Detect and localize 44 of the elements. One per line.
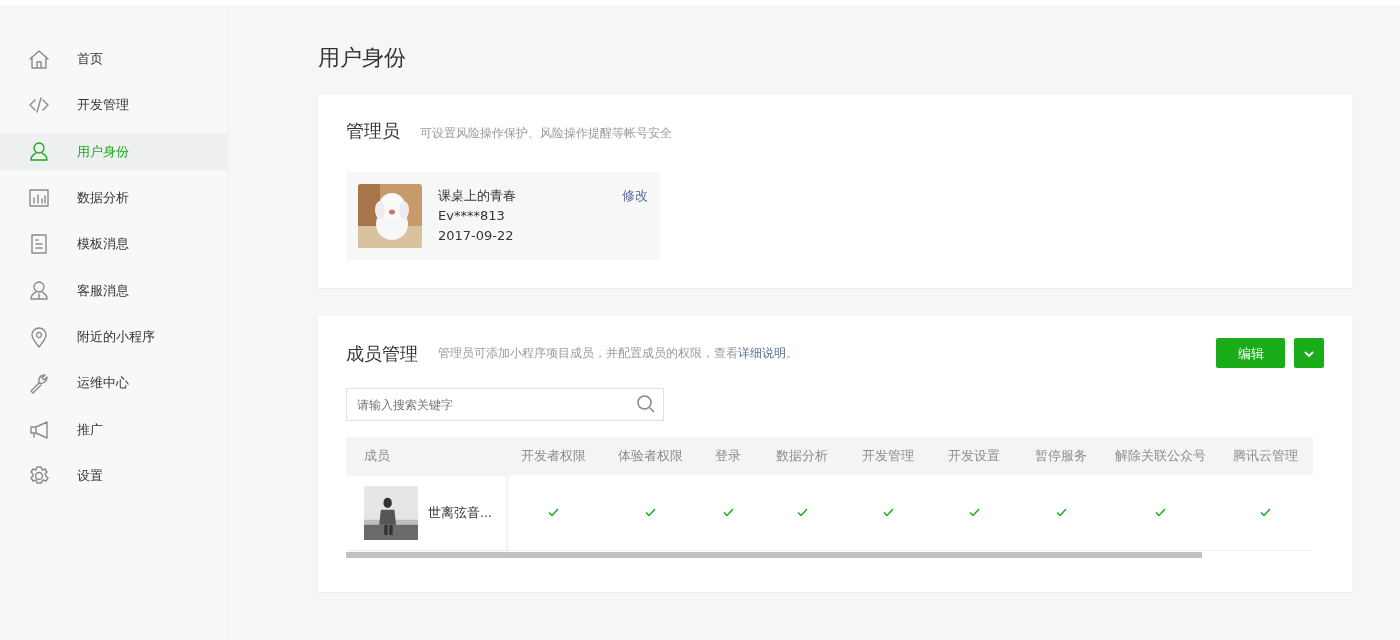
sidebar-item[interactable]: 开发管理 [0,86,227,124]
user-icon [28,140,50,163]
column-header: 解除关联公众号 [1103,437,1218,476]
details-link[interactable]: 详细说明 [738,346,786,361]
scrollbar[interactable] [346,552,1202,559]
column-header: 暂停服务 [1019,437,1103,476]
search-icon[interactable] [636,394,656,415]
sidebar-item[interactable]: 首页 [0,40,227,77]
dropdown-button[interactable] [1294,338,1324,369]
sidebar-item[interactable]: 客服消息 [0,271,227,309]
column-header: 成员 [346,437,506,476]
column-header: 腾讯云管理 [1218,437,1313,476]
caret-icon [1304,351,1314,358]
document-icon [28,233,50,256]
gear-icon [28,465,50,487]
column-header: 登录 [699,437,757,476]
home-icon [28,47,50,70]
page-title: 用户身份 [318,45,407,72]
section-description: 可设置风险操作保护、风险操作提醒等帐号安全 [420,125,672,143]
section-title: 成员管理 [346,341,418,366]
sidebar-item[interactable]: 模板消息 [0,225,227,263]
column-header: 体验者权限 [601,437,699,476]
account-id: Ev****813 [438,207,506,226]
sidebar-item[interactable]: 设置 [0,457,227,495]
profile-name: 课桌上的青春 [438,187,516,206]
search-field[interactable]: 请输入搜索关键字 [346,388,664,422]
section-title: 管理员 [346,119,400,144]
section-description: 管理员可添加小程序项目成员，并配置成员的权限，查看详细说明。 [438,345,798,363]
column-header: 数据分析 [757,437,847,476]
member-name: 世离弦音... [428,503,492,522]
column-header: 开发管理 [847,437,929,476]
date-text: 2017-09-22 [438,227,515,246]
edit-link[interactable]: 修改 [622,186,648,249]
sidebar-item[interactable]: 数据分析 [0,179,227,217]
column-header: 开发设置 [929,437,1019,476]
sidebar-item[interactable]: 推广 [0,411,227,449]
wrench-icon [28,372,50,395]
location-pin-icon [28,325,50,348]
bar-chart-icon [28,186,50,209]
sidebar-item[interactable]: 运维中心 [0,364,227,402]
sidebar-item[interactable]: 附近的小程序 [0,318,227,356]
column-header: 开发者权限 [506,437,601,476]
person-icon [28,279,50,302]
megaphone-icon [28,418,50,441]
